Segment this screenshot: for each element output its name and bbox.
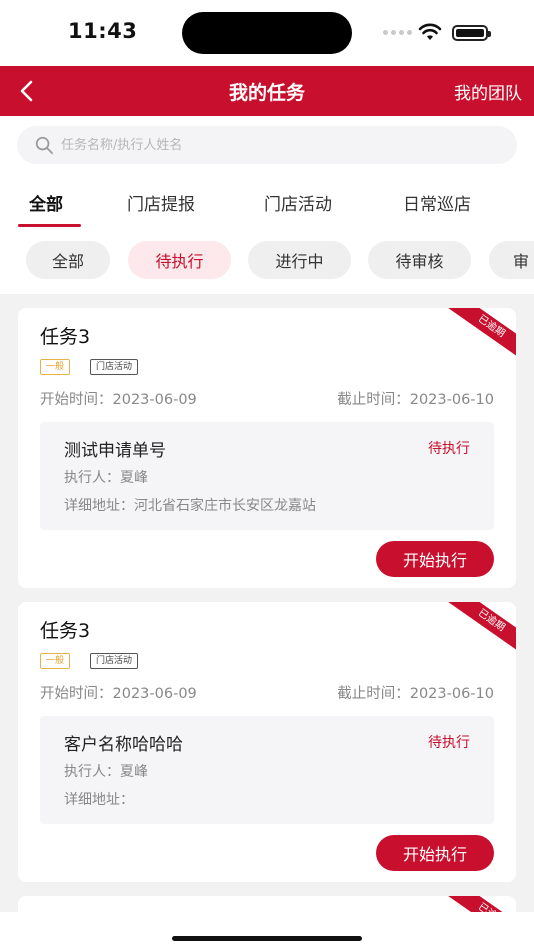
wifi-icon <box>418 23 442 40</box>
task-detail-box: 客户名称哈哈哈 待执行 执行人：夏峰 详细地址： <box>40 716 494 824</box>
home-indicator[interactable] <box>172 936 362 941</box>
detail-title: 客户名称哈哈哈 <box>64 735 183 755</box>
task-card[interactable]: 已逾期 任务3 一般 门店活动 开始时间：2023-06-09 截止时间：202… <box>18 308 516 588</box>
category-tabs: 全部 门店提报 门店活动 日常巡店 <box>0 176 534 228</box>
task-type-tag: 门店活动 <box>90 653 139 669</box>
task-card[interactable]: 已逾期 任务3 一般 门店活动 开始时间：2023-06-09 截止时间：202… <box>18 602 516 882</box>
priority-tag: 一般 <box>40 653 71 669</box>
executor: 执行人：夏峰 <box>64 470 148 486</box>
active-tab-indicator <box>18 224 81 227</box>
back-button[interactable] <box>12 76 42 106</box>
priority-tag: 一般 <box>40 359 71 375</box>
search-input[interactable] <box>61 126 501 164</box>
end-time: 截止时间：2023-06-10 <box>337 686 494 702</box>
end-time: 截止时间：2023-06-10 <box>337 392 494 408</box>
tab-store-report[interactable]: 门店提报 <box>127 190 195 215</box>
tab-store-activity[interactable]: 门店活动 <box>264 190 332 215</box>
overdue-ribbon: 已逾期 <box>440 308 516 366</box>
battery-icon <box>452 25 491 41</box>
nav-bar: 我的任务 我的团队 <box>0 66 534 116</box>
filter-in-progress[interactable]: 进行中 <box>248 241 351 279</box>
filter-all[interactable]: 全部 <box>26 241 110 279</box>
task-type-tag: 门店活动 <box>90 359 139 375</box>
task-title: 任务3 <box>40 326 91 348</box>
search-area <box>0 116 534 176</box>
search-icon <box>35 136 53 154</box>
status-label: 待执行 <box>428 441 470 457</box>
filter-under-review[interactable]: 待审核 <box>368 241 471 279</box>
address: 详细地址： <box>64 792 134 808</box>
tab-daily-patrol[interactable]: 日常巡店 <box>403 190 471 215</box>
cellular-signal-icon <box>383 30 412 35</box>
task-title: 任务3 <box>40 620 91 642</box>
task-detail-box: 测试申请单号 待执行 执行人：夏峰 详细地址：河北省石家庄市长安区龙嘉站 <box>40 422 494 530</box>
filter-partial-chip[interactable]: 审 <box>489 241 534 279</box>
my-team-link[interactable]: 我的团队 <box>454 79 522 104</box>
start-execution-button[interactable]: 开始执行 <box>376 541 494 577</box>
filter-pending[interactable]: 待执行 <box>128 241 231 279</box>
status-filters: 全部 待执行 进行中 待审核 审 <box>0 228 534 294</box>
address: 详细地址：河北省石家庄市长安区龙嘉站 <box>64 498 316 514</box>
start-time: 开始时间：2023-06-09 <box>40 686 197 702</box>
search-box[interactable] <box>17 126 517 164</box>
executor: 执行人：夏峰 <box>64 764 148 780</box>
tab-all[interactable]: 全部 <box>29 190 63 215</box>
chevron-left-icon <box>20 80 33 102</box>
bottom-safe-area <box>0 912 534 950</box>
status-bar: 11:43 <box>0 0 534 66</box>
detail-title: 测试申请单号 <box>64 441 166 461</box>
dynamic-island <box>182 12 352 54</box>
status-time: 11:43 <box>68 19 138 43</box>
status-label: 待执行 <box>428 735 470 751</box>
start-time: 开始时间：2023-06-09 <box>40 392 197 408</box>
overdue-ribbon: 已逾期 <box>440 602 516 660</box>
start-execution-button[interactable]: 开始执行 <box>376 835 494 871</box>
